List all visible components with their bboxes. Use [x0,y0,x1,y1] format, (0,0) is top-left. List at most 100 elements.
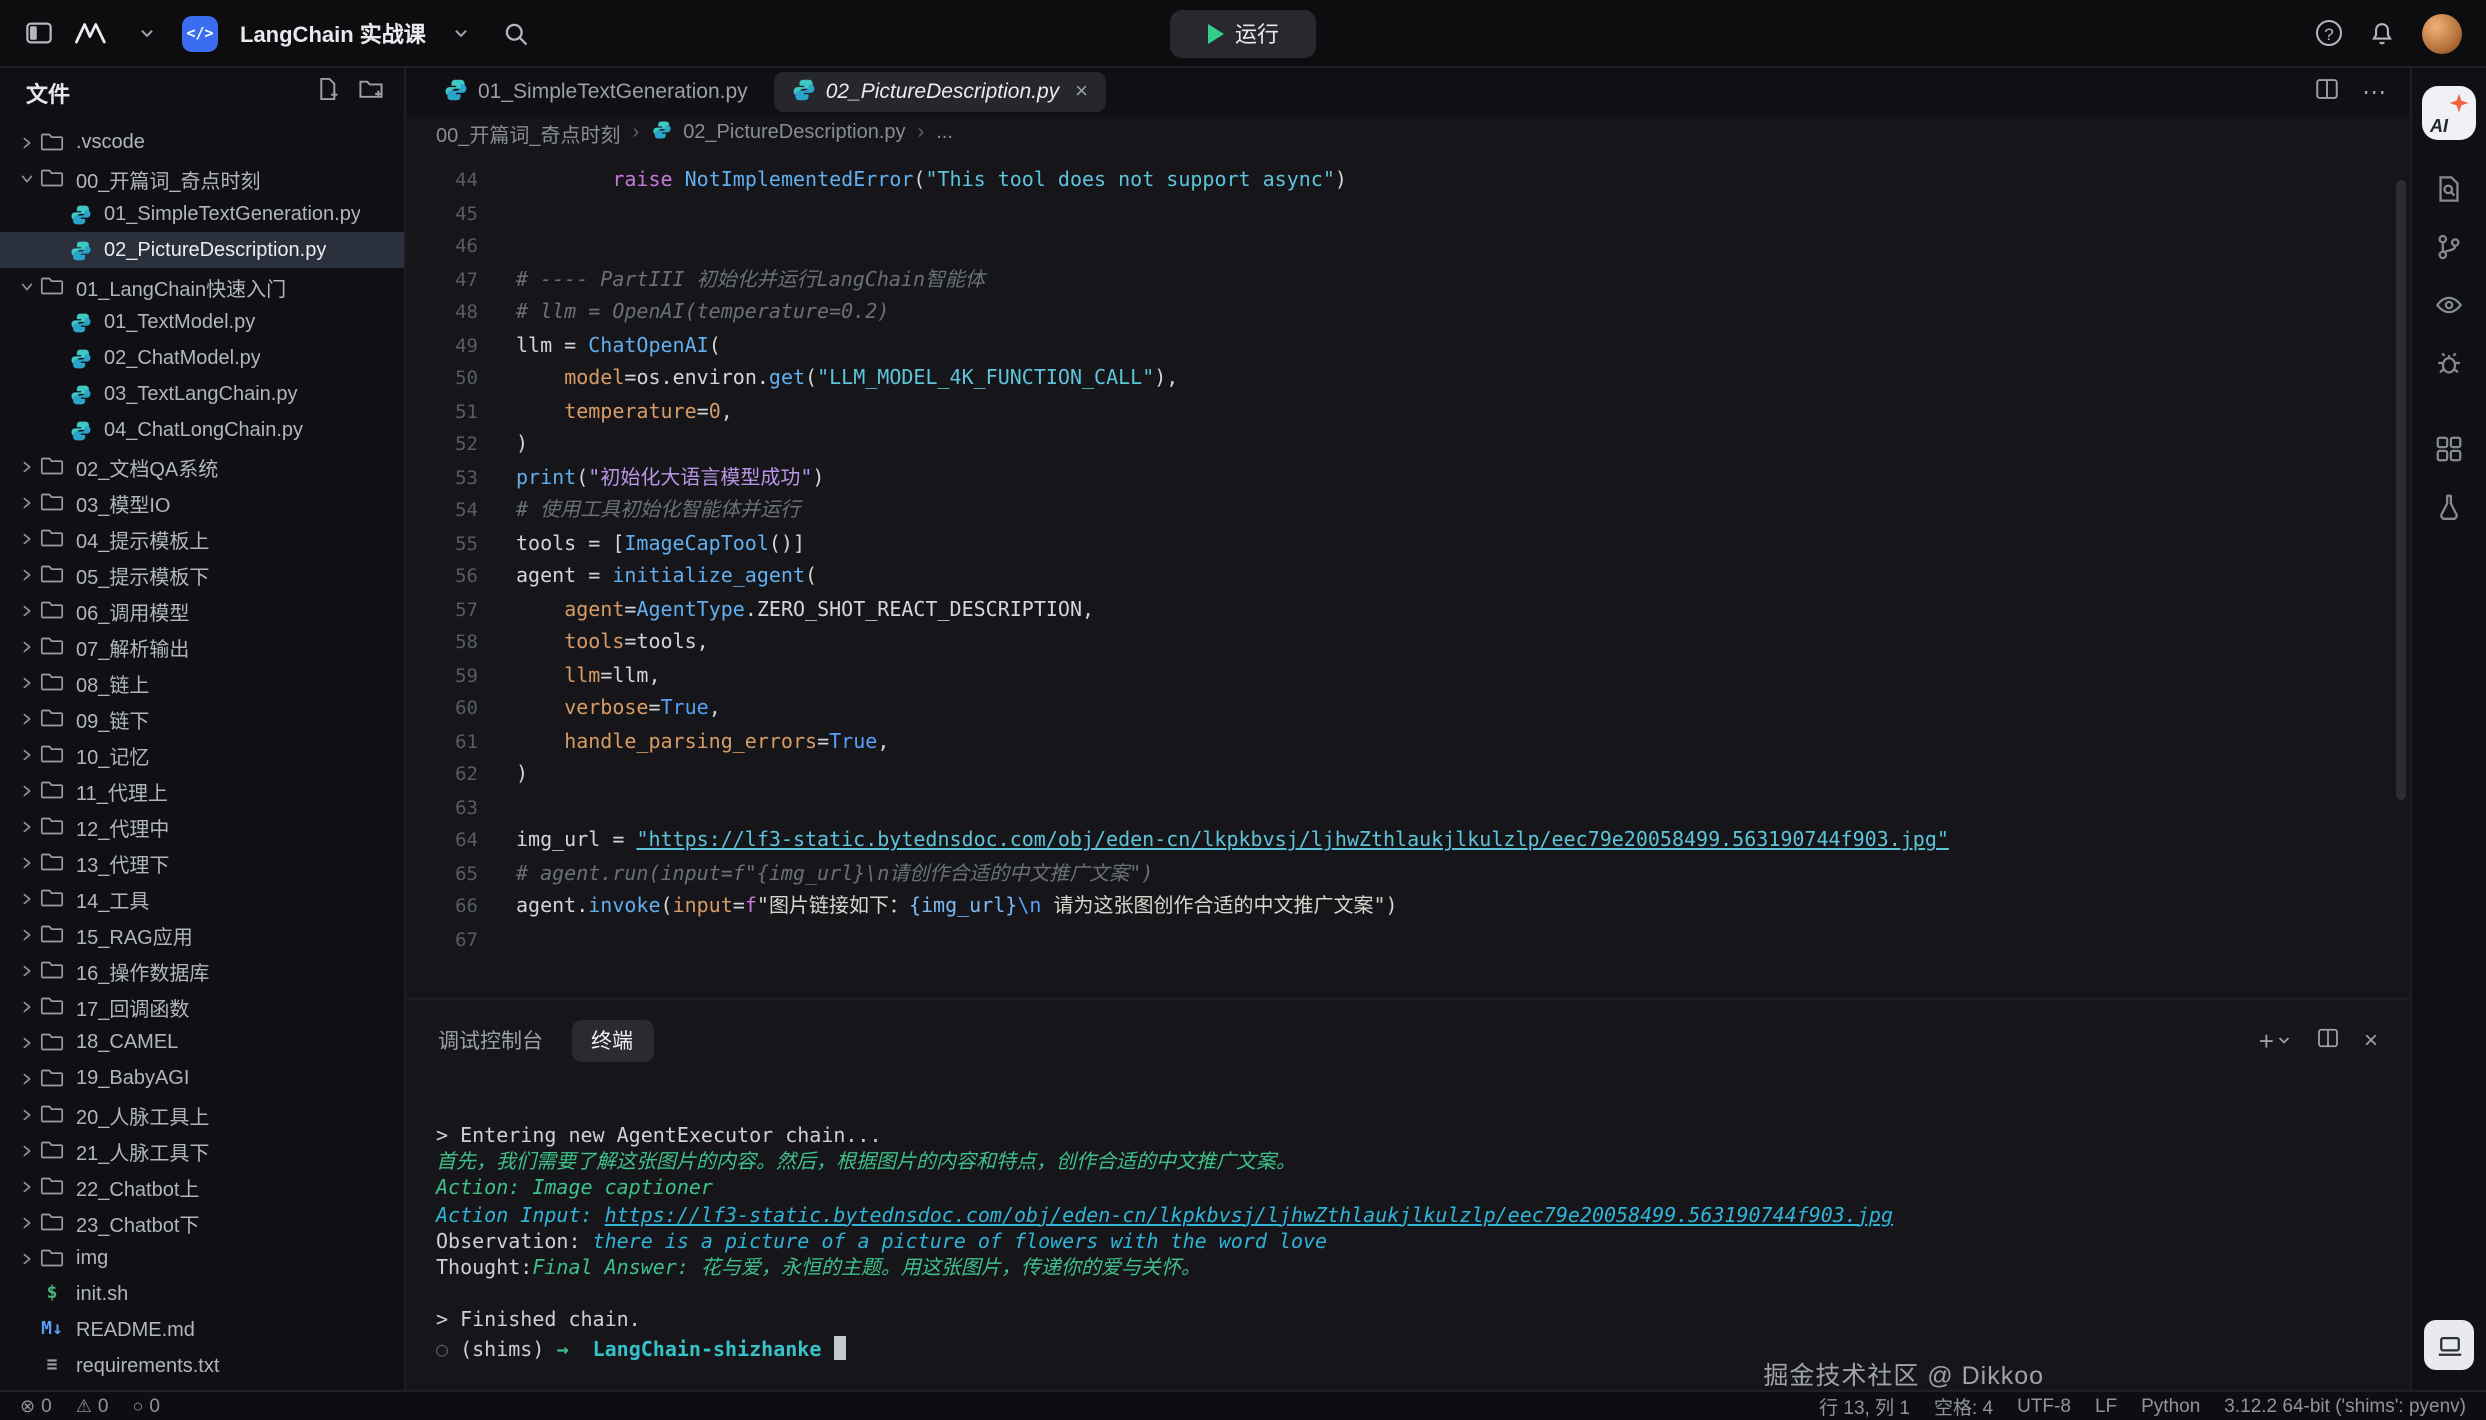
source-control-icon[interactable] [2434,218,2464,276]
chevron-icon [16,275,38,297]
debug-bug-icon[interactable] [2434,334,2464,392]
tree-item-label: 04_ChatLongChain.py [104,419,303,441]
code-line: 65# agent.run(input=f"{img_url}\n请创作合适的中… [406,859,2410,892]
tree-folder[interactable]: .vscode [0,124,404,160]
tree-file[interactable]: 04_ChatLongChain.py [0,412,404,448]
tree-folder[interactable]: 17_回调函数 [0,988,404,1024]
tree-file[interactable]: $init.sh [0,1276,404,1312]
tree-folder[interactable]: 03_模型IO [0,484,404,520]
folder-icon [38,1173,66,1199]
ai-assistant-button[interactable]: AI [2422,86,2476,140]
tree-folder[interactable]: 10_记忆 [0,736,404,772]
breadcrumb-file[interactable]: 02_PictureDescription.py [683,122,905,144]
terminal-laptop-icon[interactable] [2424,1320,2474,1370]
chevron-down-icon[interactable] [444,15,480,51]
test-flask-icon[interactable] [2434,478,2464,536]
folder-icon [38,705,66,731]
status-warning[interactable]: ⚠0 [76,1395,109,1417]
tree-folder[interactable]: 01_LangChain快速入门 [0,268,404,304]
bell-icon[interactable] [2364,15,2400,51]
tree-file[interactable]: 03_TextLangChain.py [0,376,404,412]
tree-folder[interactable]: 02_文档QA系统 [0,448,404,484]
close-panel-icon[interactable]: × [2364,1026,2378,1054]
help-icon[interactable]: ? [2316,20,2342,46]
status-error[interactable]: ⊗0 [20,1395,52,1417]
close-tab-icon[interactable]: × [1075,80,1088,104]
tree-folder[interactable]: 04_提示模板上 [0,520,404,556]
tree-item-label: 01_LangChain快速入门 [76,271,286,301]
tree-file[interactable]: M↓README.md [0,1312,404,1348]
tab-terminal[interactable]: 终端 [571,1019,653,1061]
tree-folder[interactable]: 20_人脉工具上 [0,1096,404,1132]
tree-item-label: .vscode [76,131,145,153]
tab-01-simpletextgeneration[interactable]: 01_SimpleTextGeneration.py [426,72,766,112]
tree-item-label: README.md [76,1319,195,1341]
tree-folder[interactable]: img [0,1240,404,1276]
code-line: 67 [406,925,2410,958]
tree-file[interactable]: 01_SimpleTextGeneration.py [0,196,404,232]
tree-folder[interactable]: 05_提示模板下 [0,556,404,592]
status-circle[interactable]: ○0 [132,1395,159,1417]
chevron-down-icon[interactable] [128,15,164,51]
status-item[interactable]: 行 13, 列 1 [1819,1392,1910,1420]
project-name[interactable]: LangChain 实战课 [240,17,426,49]
tree-file[interactable]: ≡requirements.txt [0,1348,404,1384]
tree-folder[interactable]: 11_代理上 [0,772,404,808]
tree-folder[interactable]: 18_CAMEL [0,1024,404,1060]
breadcrumb-folder[interactable]: 00_开篇词_奇点时刻 [436,118,621,148]
status-item[interactable]: 空格: 4 [1934,1392,1993,1420]
tree-folder[interactable]: 00_开篇词_奇点时刻 [0,160,404,196]
tab-02-picturedescription[interactable]: 02_PictureDescription.py × [774,72,1106,112]
explorer-title: 文件 [26,78,70,110]
code-editor[interactable]: 44 raise NotImplementedError("This tool … [406,150,2410,998]
tree-file[interactable]: 01_TextModel.py [0,304,404,340]
split-editor-icon[interactable] [2314,76,2340,108]
run-button[interactable]: 运行 [1170,10,1316,58]
code-line: 59 llm=llm, [406,661,2410,694]
new-terminal-icon[interactable]: + [2259,1025,2292,1055]
line-number: 57 [406,595,478,628]
tree-folder[interactable]: 09_链下 [0,700,404,736]
more-actions-icon[interactable]: ⋯ [2362,78,2386,106]
status-item[interactable]: UTF-8 [2017,1395,2071,1417]
status-item[interactable]: Python [2141,1395,2200,1417]
layout-sidebar-icon[interactable] [20,15,56,51]
tree-item-label: 20_人脉工具上 [76,1099,209,1129]
avatar[interactable] [2422,13,2462,53]
split-terminal-icon[interactable] [2316,1025,2340,1055]
breadcrumb-more[interactable]: ... [936,122,953,144]
line-number: 52 [406,430,478,463]
tree-folder[interactable]: 06_调用模型 [0,592,404,628]
tree-folder[interactable]: 15_RAG应用 [0,916,404,952]
tab-debug-console[interactable]: 调试控制台 [438,1025,543,1055]
tree-folder[interactable]: 16_操作数据库 [0,952,404,988]
tree-folder[interactable]: 14_工具 [0,880,404,916]
new-file-icon[interactable] [314,76,340,112]
status-item[interactable]: LF [2095,1395,2117,1417]
python-file-icon [792,77,816,107]
terminal[interactable]: > Entering new AgentExecutor chain...首先，… [406,1080,2410,1390]
tree-folder[interactable]: 23_Chatbot下 [0,1204,404,1240]
terminal-line [436,1282,2410,1308]
scrollbar-thumb[interactable] [2396,180,2406,800]
tree-folder[interactable]: 12_代理中 [0,808,404,844]
tree-folder[interactable]: 19_BabyAGI [0,1060,404,1096]
tree-folder[interactable]: 07_解析输出 [0,628,404,664]
workspace-icon[interactable]: </> [182,15,218,51]
file-search-icon[interactable] [2434,160,2464,218]
tree-folder[interactable]: 22_Chatbot上 [0,1168,404,1204]
tree-item-label: 17_回调函数 [76,991,189,1021]
line-number: 65 [406,859,478,892]
app-logo-icon[interactable] [74,15,110,51]
code-line: 51 temperature=0, [406,397,2410,430]
status-item[interactable]: 3.12.2 64-bit ('shims': pyenv) [2224,1395,2466,1417]
extensions-grid-icon[interactable] [2434,420,2464,478]
tree-file[interactable]: 02_PictureDescription.py [0,232,404,268]
preview-eye-icon[interactable] [2434,276,2464,334]
search-icon[interactable] [498,15,534,51]
tree-file[interactable]: 02_ChatModel.py [0,340,404,376]
tree-folder[interactable]: 08_链上 [0,664,404,700]
tree-folder[interactable]: 13_代理下 [0,844,404,880]
tree-folder[interactable]: 21_人脉工具下 [0,1132,404,1168]
new-folder-icon[interactable] [358,76,384,112]
